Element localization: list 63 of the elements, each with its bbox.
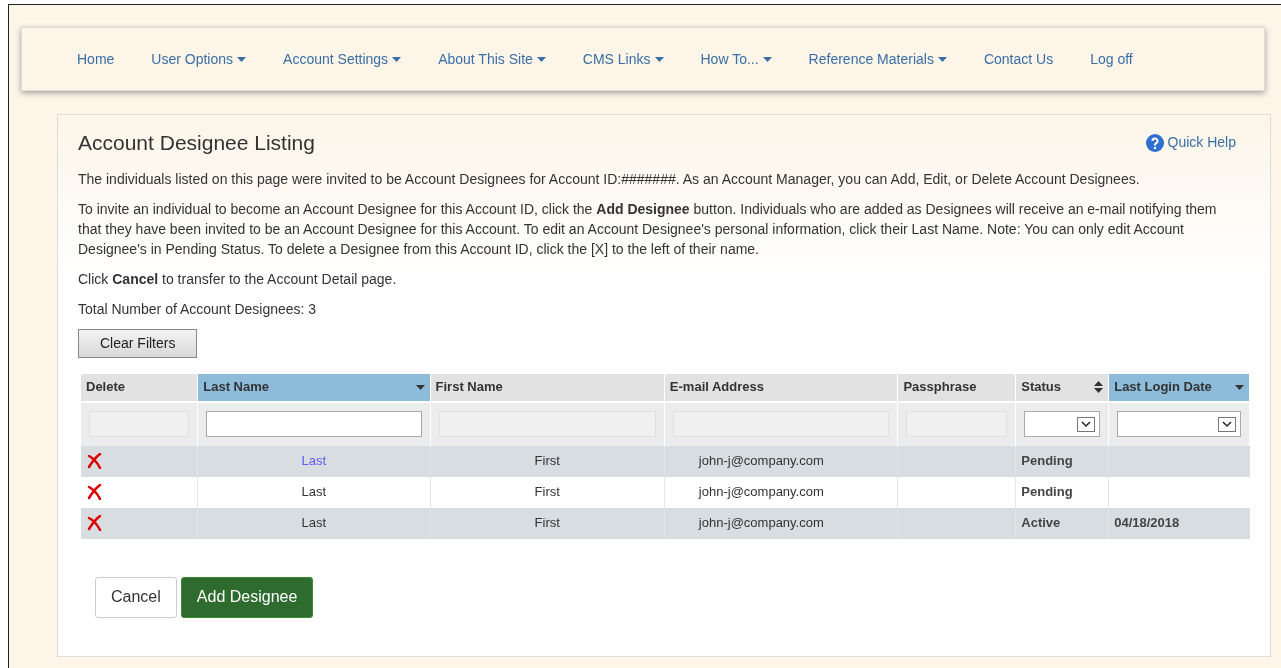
caret-icon <box>237 56 247 62</box>
column-label: Passphrase <box>903 378 977 397</box>
info-text: To invite an individual to become an Account Designee for this Account ID, click the Add Designee button. Individuals who are added as Designees will receive an e-mail notifying them that they have been invited to be an Account Designee for this Account. To edit an Account Designee's personal information, click their Last Name. Note: You can only edit Account Designee's in Pending Status. To delete a Designee from this Account ID, click the [X] to the left of their name. <box>78 199 1218 259</box>
column-label: Last Login Date <box>1114 378 1212 397</box>
table-cell: Pending <box>1015 445 1109 477</box>
column-header[interactable]: E-mail Address <box>664 373 898 402</box>
sort-icon <box>1094 381 1104 393</box>
sort-down-icon <box>415 384 425 390</box>
info-text: Total Number of Account Designees: 3 <box>78 299 318 319</box>
help-icon <box>1145 133 1164 152</box>
nav-link[interactable]: About This Site <box>438 48 546 70</box>
nav-link[interactable]: Contact Us <box>983 48 1054 70</box>
column-label: First Name <box>435 378 503 397</box>
column-label: Status <box>1021 378 1062 397</box>
nav-link[interactable]: Home <box>77 48 115 70</box>
column-header[interactable]: Passphrase <box>897 373 1016 402</box>
caret-icon <box>762 56 772 62</box>
chevron-down-icon <box>1218 416 1236 432</box>
column-header[interactable]: First Name <box>430 373 665 402</box>
table-cell: First <box>430 476 665 508</box>
chevron-down-icon <box>1077 416 1096 432</box>
caret-icon <box>392 56 402 62</box>
table-cell: Active <box>1015 507 1109 539</box>
filter-dropdown[interactable] <box>1024 411 1101 437</box>
table-cell: john-j@company.com <box>664 445 898 477</box>
page-title: Account Designee Listing <box>78 130 315 156</box>
delete-icon[interactable] <box>87 453 103 469</box>
nav-link[interactable]: CMS Links <box>582 48 664 70</box>
nav-link[interactable]: Log off <box>1090 48 1133 70</box>
column-label: E-mail Address <box>669 378 764 397</box>
column-header[interactable]: Status <box>1015 373 1109 402</box>
clear-filters-button[interactable]: Clear Filters <box>78 328 198 358</box>
table-cell: john-j@company.com <box>664 507 898 539</box>
column-header[interactable]: Last Name <box>197 373 431 402</box>
info-text: Click Cancel to transfer to the Account Detail page. <box>78 269 398 289</box>
nav-link[interactable]: Reference Materials <box>808 48 947 70</box>
column-label: Last Name <box>203 378 269 397</box>
nav-link[interactable]: User Options <box>151 48 247 70</box>
column-header[interactable]: Delete <box>81 373 198 402</box>
nav-link[interactable]: Account Settings <box>283 48 402 70</box>
last-name: Last <box>301 515 327 531</box>
add-designee-button[interactable]: Add Designee <box>180 576 314 618</box>
caret-icon <box>937 56 947 62</box>
sort-down-icon <box>1235 384 1244 390</box>
last-name: Last <box>301 484 327 500</box>
last-name-link[interactable]: Last <box>301 453 327 469</box>
column-label: Delete <box>86 378 126 397</box>
filter-dropdown[interactable] <box>1117 411 1241 437</box>
table-cell: First <box>430 445 665 477</box>
caret-icon <box>654 56 664 62</box>
table-cell: john-j@company.com <box>664 476 898 508</box>
table-cell: 04/18/2018 <box>1108 507 1250 539</box>
delete-icon[interactable] <box>87 515 103 531</box>
caret-icon <box>536 56 546 62</box>
delete-icon[interactable] <box>87 484 103 500</box>
column-header[interactable]: Last Login Date <box>1108 373 1250 402</box>
nav-link[interactable]: How To... <box>700 48 772 70</box>
table-cell: Pending <box>1015 476 1109 508</box>
table-cell: First <box>430 507 665 539</box>
cancel-button[interactable]: Cancel <box>95 576 177 618</box>
info-text: The individuals listed on this page were invited to be Account Designees for Account ID:#######. As an Account Manager, you can Add, Edit, or Delete Account Designees. <box>78 169 1141 189</box>
filter-field[interactable] <box>206 411 422 437</box>
quick-help-link[interactable]: Quick Help <box>1145 132 1236 154</box>
